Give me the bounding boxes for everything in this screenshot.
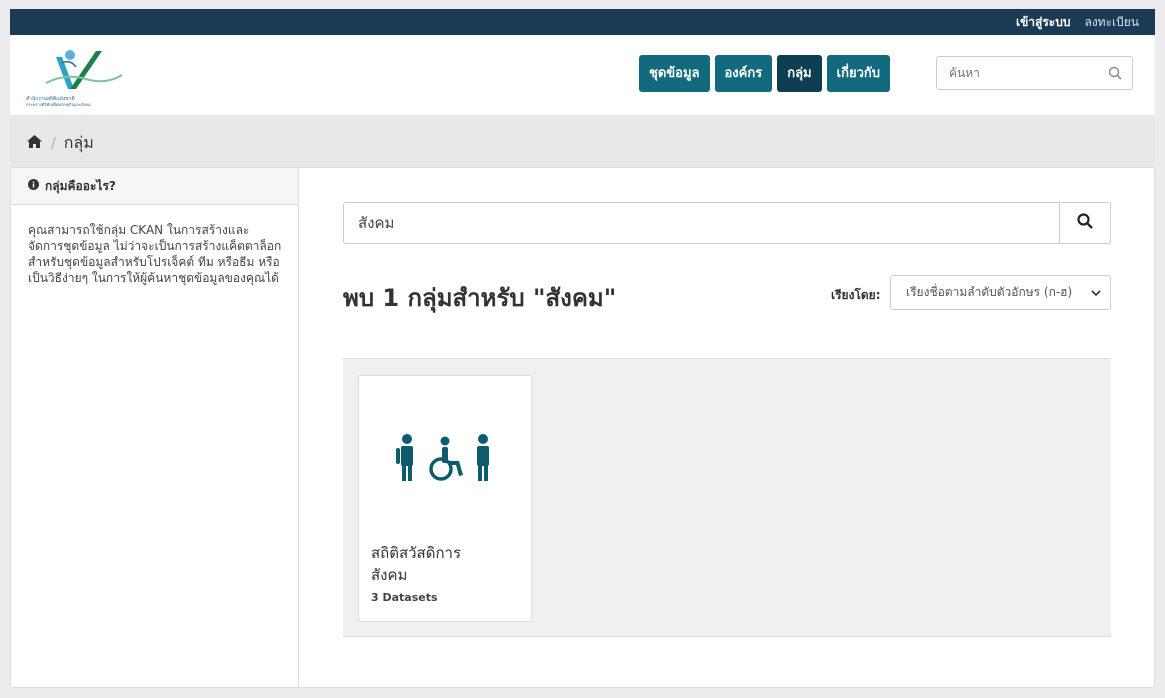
- breadcrumb-current[interactable]: กลุ่ม: [64, 131, 94, 156]
- sidebar-description: คุณสามารถใช้กลุ่ม CKAN ในการสร้างและจัดก…: [28, 223, 282, 285]
- site-logo[interactable]: สำนักงานสถิติแห่งชาติ กระทรวงดิจิทัลเพื่…: [26, 45, 126, 107]
- search-icon[interactable]: [1108, 65, 1122, 84]
- nav-groups[interactable]: กลุ่ม: [777, 55, 822, 92]
- sort-select[interactable]: เรียงชื่อตามลำดับตัวอักษร (ก-ฮ): [890, 275, 1111, 310]
- primary-content: พบ 1 กลุ่มสำหรับ "สังคม" เรียงโดย: เรียง…: [299, 168, 1154, 687]
- results-title: พบ 1 กลุ่มสำหรับ "สังคม": [343, 284, 617, 312]
- login-link[interactable]: เข้าสู่ระบบ: [1016, 13, 1071, 32]
- sidebar-heading-text: กลุ่มคืออะไร?: [45, 178, 116, 193]
- group-title-line1: สถิติสวัสดิการ: [371, 544, 462, 562]
- logo-text-line2: กระทรวงดิจิทัลเพื่อเศรษฐกิจและสังคม: [26, 102, 91, 107]
- sort-label: เรียงโดย:: [831, 288, 881, 302]
- info-icon: [28, 179, 39, 193]
- nav-datasets[interactable]: ชุดข้อมูล: [639, 55, 710, 92]
- site-search: [936, 56, 1133, 90]
- logo-mark-icon: [45, 50, 123, 89]
- group-dataset-count: 3 Datasets: [371, 591, 438, 604]
- group-search: [343, 202, 1111, 244]
- group-search-input[interactable]: [344, 203, 1044, 243]
- group-title-line2: สังคม: [371, 566, 408, 584]
- register-link[interactable]: ลงทะเบียน: [1084, 13, 1139, 32]
- group-title[interactable]: สถิติสวัสดิการ สังคม: [371, 542, 521, 586]
- group-card[interactable]: สถิติสวัสดิการ สังคม 3 Datasets: [358, 375, 532, 622]
- group-search-button[interactable]: [1059, 203, 1110, 243]
- nav-organizations[interactable]: องค์กร: [714, 55, 773, 92]
- nav-about[interactable]: เกี่ยวกับ: [826, 55, 890, 92]
- sidebar: กลุ่มคืออะไร? คุณสามารถใช้กลุ่ม CKAN ในก…: [11, 168, 299, 687]
- main-nav: ชุดข้อมูล องค์กร กลุ่ม เกี่ยวกับ: [639, 55, 890, 92]
- sidebar-heading: กลุ่มคืออะไร?: [11, 168, 298, 205]
- people-accessibility-icon: [393, 433, 499, 487]
- chevron-down-icon: [1091, 277, 1101, 323]
- home-icon[interactable]: [26, 134, 43, 153]
- main-wrapper: กลุ่มคืออะไร? คุณสามารถใช้กลุ่ม CKAN ในก…: [10, 167, 1155, 688]
- masthead: สำนักงานสถิติแห่งชาติ กระทรวงดิจิทัลเพื่…: [10, 35, 1155, 115]
- search-icon: [1077, 213, 1093, 233]
- account-bar: เข้าสู่ระบบ ลงทะเบียน: [10, 9, 1155, 35]
- sort-selected-value: เรียงชื่อตามลำดับตัวอักษร (ก-ฮ): [906, 285, 1073, 299]
- breadcrumb: / กลุ่ม: [26, 131, 94, 156]
- group-grid: สถิติสวัสดิการ สังคม 3 Datasets: [343, 358, 1111, 637]
- breadcrumb-band: / กลุ่ม: [10, 115, 1155, 167]
- breadcrumb-separator: /: [51, 135, 56, 152]
- site-search-input[interactable]: [937, 57, 1097, 89]
